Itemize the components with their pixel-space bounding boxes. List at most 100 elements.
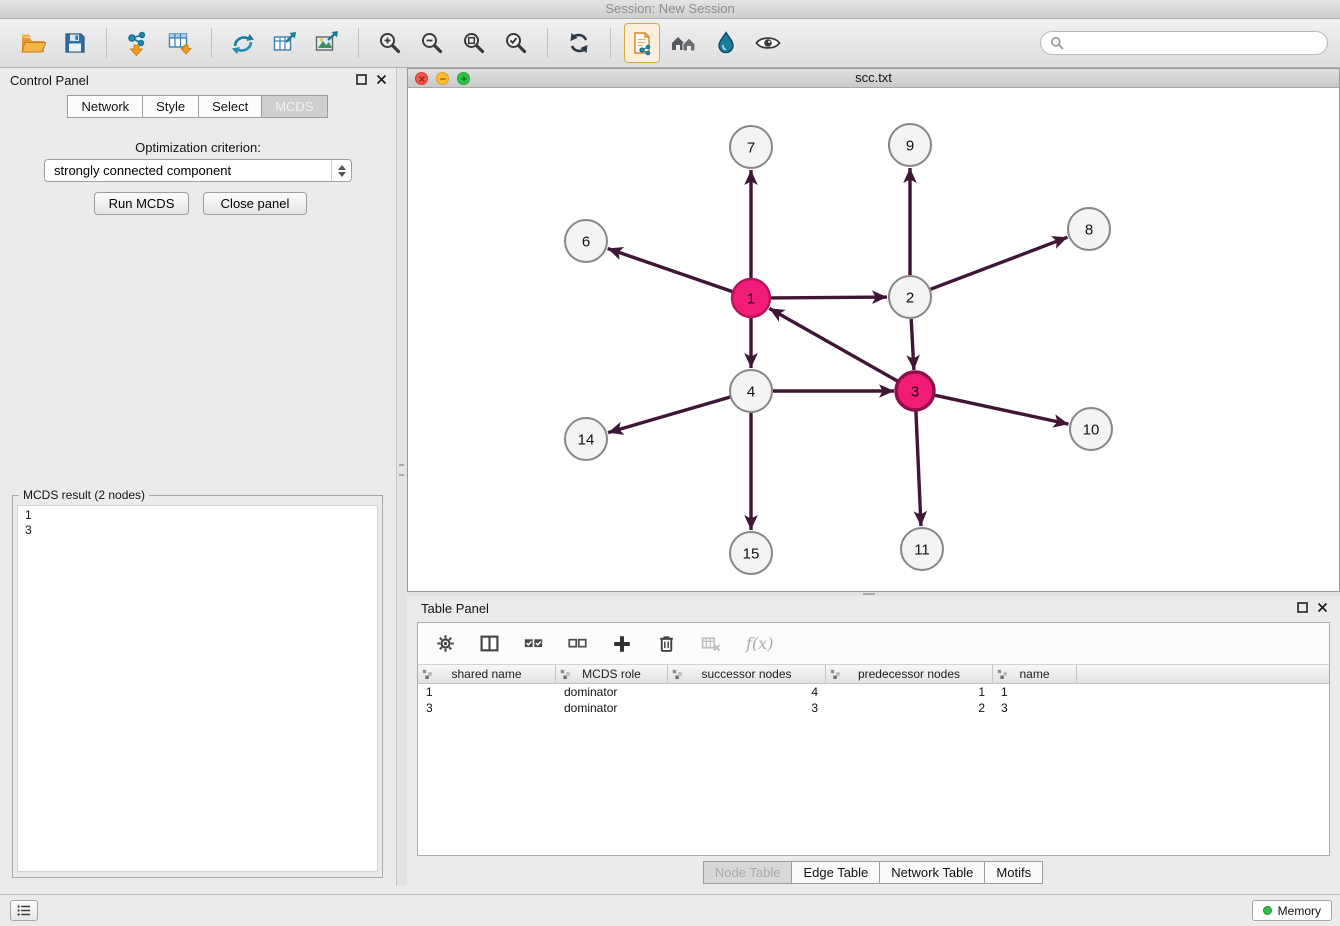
table-cell[interactable]: 3 [668, 700, 826, 716]
table-cell[interactable]: 4 [668, 684, 826, 700]
task-history-button[interactable] [10, 900, 38, 921]
graph-edge-4-14[interactable] [608, 397, 730, 433]
graph-edge-1-6[interactable] [608, 249, 732, 292]
graph-node-1[interactable]: 1 [732, 279, 770, 317]
table-cell[interactable]: 1 [826, 684, 993, 700]
graph-edge-2-8[interactable] [931, 237, 1068, 289]
graph-node-15[interactable]: 15 [730, 532, 772, 574]
save-session-button[interactable] [57, 23, 93, 63]
delete-column-button[interactable] [655, 632, 678, 655]
table-cell[interactable]: 2 [826, 700, 993, 716]
graph-edge-3-11[interactable] [916, 411, 921, 526]
column-type-icon [830, 669, 841, 680]
graph-node-2[interactable]: 2 [889, 276, 931, 318]
toolbar-separator [106, 28, 107, 58]
graph-node-10[interactable]: 10 [1070, 408, 1112, 450]
optimization-criterion-select[interactable]: strongly connected component [44, 159, 352, 182]
graph-node-3[interactable]: 3 [896, 372, 934, 410]
search-input[interactable] [1069, 35, 1318, 52]
table-cell[interactable]: dominator [556, 700, 668, 716]
table-cell[interactable]: 1 [418, 684, 556, 700]
plus-icon [612, 634, 632, 654]
vertical-splitter[interactable] [397, 68, 407, 886]
graph-node-4[interactable]: 4 [730, 370, 772, 412]
horizontal-splitter-handle[interactable] [863, 593, 875, 595]
minimize-window-button[interactable] [436, 72, 449, 85]
zoom-fit-button[interactable] [456, 23, 492, 63]
close-panel-icon[interactable] [1317, 602, 1328, 613]
apply-layout-button[interactable] [561, 23, 597, 63]
graph-node-14[interactable]: 14 [565, 418, 607, 460]
zoom-out-button[interactable] [414, 23, 450, 63]
table-tab-motifs[interactable]: Motifs [984, 861, 1043, 884]
table-tab-node-table[interactable]: Node Table [703, 861, 793, 884]
float-panel-icon[interactable] [356, 74, 367, 85]
control-tab-select[interactable]: Select [198, 95, 262, 118]
search-field[interactable] [1040, 31, 1328, 55]
export-table-button[interactable] [267, 23, 303, 63]
vertical-splitter-handle[interactable] [399, 464, 404, 476]
open-session-button[interactable] [15, 23, 51, 63]
maximize-window-button[interactable] [457, 72, 470, 85]
new-network-button[interactable] [225, 23, 261, 63]
graph-node-7[interactable]: 7 [730, 126, 772, 168]
import-network-button[interactable] [120, 23, 156, 63]
unchecked-boxes-icon [568, 634, 587, 653]
home-panels-button[interactable] [666, 23, 702, 63]
memory-button[interactable]: Memory [1252, 900, 1332, 921]
double-home-icon [670, 30, 698, 56]
close-panel-button[interactable]: Close panel [203, 192, 307, 215]
table-tab-edge-table[interactable]: Edge Table [791, 861, 880, 884]
toggle-column-panel-button[interactable] [478, 632, 501, 655]
fx-icon: f(x) [746, 634, 773, 653]
open-panel-button[interactable] [624, 23, 660, 63]
graph-node-11[interactable]: 11 [901, 528, 943, 570]
show-hide-button[interactable] [750, 23, 786, 63]
close-window-button[interactable] [415, 72, 428, 85]
node-table: f(x) shared nameMCDS role successor nodes… [417, 622, 1330, 856]
zoom-in-button[interactable] [372, 23, 408, 63]
table-settings-button[interactable] [434, 632, 457, 655]
function-builder-button[interactable]: f(x) [744, 632, 775, 655]
column-header-label: successor nodes [701, 667, 791, 681]
column-header-MCDS-role[interactable]: MCDS role [556, 665, 668, 683]
control-tab-mcds[interactable]: MCDS [261, 95, 327, 118]
image-export-icon [314, 30, 340, 56]
table-row[interactable]: 1dominator411 [418, 684, 1329, 700]
table-cell[interactable]: 3 [418, 700, 556, 716]
graph-node-8[interactable]: 8 [1068, 208, 1110, 250]
minimize-icon [439, 75, 447, 83]
graph-node-6[interactable]: 6 [565, 220, 607, 262]
control-tab-network[interactable]: Network [67, 95, 143, 118]
table-cell[interactable]: dominator [556, 684, 668, 700]
graph-edge-3-1[interactable] [769, 308, 897, 381]
table-tab-network-table[interactable]: Network Table [879, 861, 985, 884]
column-type-icon [422, 669, 433, 680]
add-column-button[interactable] [610, 632, 634, 656]
style-button[interactable] [708, 23, 744, 63]
control-tab-style[interactable]: Style [142, 95, 199, 118]
column-header-name[interactable]: name [993, 665, 1077, 683]
mcds-result-title: MCDS result (2 nodes) [19, 488, 149, 502]
zoom-selected-button[interactable] [498, 23, 534, 63]
graph-node-9[interactable]: 9 [889, 124, 931, 166]
export-image-button[interactable] [309, 23, 345, 63]
select-all-button[interactable] [522, 632, 545, 655]
column-header-successor-nodes[interactable]: successor nodes [668, 665, 826, 683]
import-table-button[interactable] [162, 23, 198, 63]
network-canvas[interactable]: 7 9 6 8 1 2 4 3 14 10 15 11 [408, 88, 1339, 591]
graph-edge-2-3[interactable] [911, 319, 914, 370]
close-panel-icon[interactable] [376, 74, 387, 85]
table-row[interactable]: 3dominator323 [418, 700, 1329, 716]
column-header-shared-name[interactable]: shared name [418, 665, 556, 683]
delete-table-button[interactable] [699, 632, 723, 655]
float-panel-icon[interactable] [1297, 602, 1308, 613]
table-cell[interactable]: 3 [993, 700, 1077, 716]
mcds-result-list[interactable]: 13 [17, 505, 378, 872]
graph-edge-1-2[interactable] [771, 297, 887, 298]
run-mcds-button[interactable]: Run MCDS [94, 192, 189, 215]
table-cell[interactable]: 1 [993, 684, 1077, 700]
graph-edge-3-10[interactable] [935, 395, 1069, 424]
column-header-predecessor-nodes[interactable]: predecessor nodes [826, 665, 993, 683]
deselect-all-button[interactable] [566, 632, 589, 655]
